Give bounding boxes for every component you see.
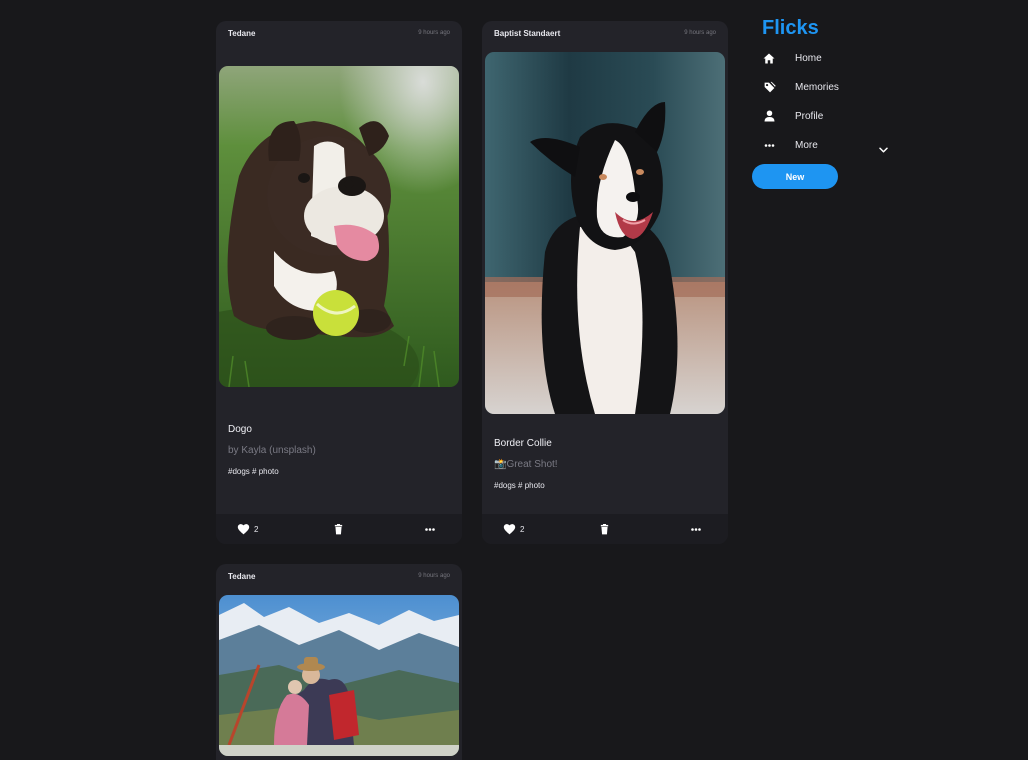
chevron-down-icon[interactable] (879, 140, 888, 158)
post-header: Tedane 9 hours ago (216, 21, 462, 45)
delete-button[interactable] (600, 514, 609, 544)
post-image[interactable] (485, 52, 725, 414)
mountain-couple-photo (219, 595, 459, 756)
post-subtitle: by Kayla (unsplash) (228, 445, 316, 456)
post-title: Dogo (228, 424, 252, 435)
ellipsis-icon (691, 527, 701, 531)
trash-icon (334, 523, 343, 534)
more-button[interactable] (425, 514, 435, 544)
nav-label: More (795, 139, 818, 151)
page: Tedane 9 hours ago Dogo by Kayla (unspla… (0, 0, 1028, 760)
ellipsis-icon (762, 138, 776, 152)
post-header: Tedane 9 hours ago (216, 564, 462, 588)
post-tags[interactable]: #dogs # photo (494, 481, 545, 490)
home-icon (762, 51, 776, 65)
post-time: 9 hours ago (418, 30, 450, 36)
post-subtitle: 📸Great Shot! (494, 459, 558, 470)
post-tags[interactable]: #dogs # photo (228, 467, 279, 476)
post-actions: 2 (216, 514, 462, 544)
post-image[interactable] (219, 595, 459, 756)
ellipsis-icon (425, 527, 435, 531)
post-card: Baptist Standaert 9 hours ago Border Col… (482, 21, 728, 544)
post-time: 9 hours ago (684, 30, 716, 36)
post-image[interactable] (219, 66, 459, 387)
bulldog-photo (219, 66, 459, 387)
post-time: 9 hours ago (418, 573, 450, 579)
border-collie-photo (485, 52, 725, 414)
nav-item-memories[interactable]: Memories (762, 76, 890, 98)
like-button[interactable]: 2 (503, 514, 524, 544)
trash-icon (600, 523, 609, 534)
like-count: 2 (520, 524, 525, 534)
nav-label: Memories (795, 81, 839, 93)
post-header: Baptist Standaert 9 hours ago (482, 21, 728, 45)
app-logo[interactable]: Flicks (762, 17, 819, 40)
nav-label: Profile (795, 110, 824, 122)
post-author[interactable]: Tedane (228, 572, 255, 581)
person-icon (762, 109, 776, 123)
post-title: Border Collie (494, 438, 552, 449)
nav-label: Home (795, 52, 822, 64)
post-author[interactable]: Tedane (228, 29, 255, 38)
post-actions: 2 (482, 514, 728, 544)
nav-item-home[interactable]: Home (762, 47, 890, 69)
more-button[interactable] (691, 514, 701, 544)
post-card: Tedane 9 hours ago (216, 564, 462, 760)
new-post-button[interactable]: New (752, 164, 838, 189)
post-author[interactable]: Baptist Standaert (494, 29, 560, 38)
tag-icon (762, 80, 776, 94)
like-count: 2 (254, 524, 259, 534)
post-card: Tedane 9 hours ago (216, 21, 462, 544)
heart-icon (237, 524, 250, 535)
nav-item-more[interactable]: More (762, 134, 890, 156)
heart-icon (503, 524, 516, 535)
delete-button[interactable] (334, 514, 343, 544)
nav-item-profile[interactable]: Profile (762, 105, 890, 127)
like-button[interactable]: 2 (237, 514, 258, 544)
